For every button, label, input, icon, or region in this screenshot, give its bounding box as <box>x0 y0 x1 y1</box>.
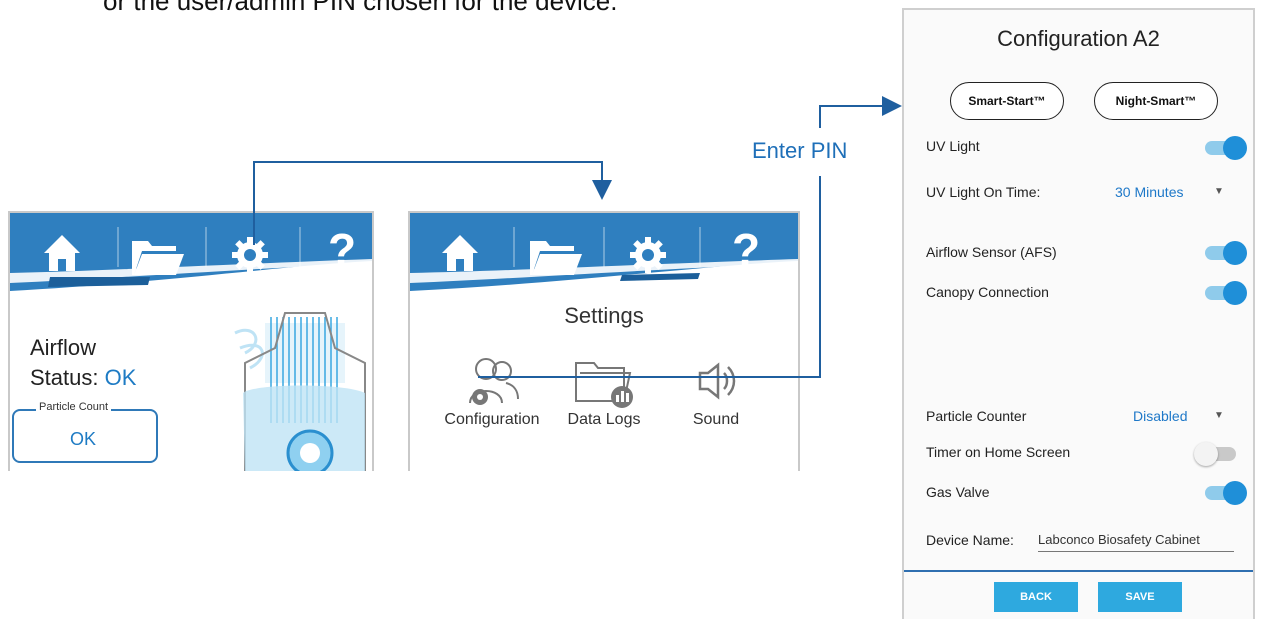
airflow-sensor-toggle[interactable] <box>1205 241 1247 265</box>
uv-light-on-time-select[interactable]: 30 Minutes <box>1115 184 1183 200</box>
help-icon[interactable]: ? <box>328 223 356 277</box>
save-button[interactable]: SAVE <box>1098 582 1182 612</box>
particle-counter-select[interactable]: Disabled <box>1133 408 1187 424</box>
airflow-label: Airflow <box>30 335 97 360</box>
settings-item-data-logs[interactable]: Data Logs <box>544 353 664 428</box>
particle-count-label: Particle Count <box>36 401 112 413</box>
particle-count-value: OK <box>70 429 97 449</box>
airflow-status: Airflow Status: OK <box>30 333 136 393</box>
gas-valve-toggle[interactable] <box>1205 481 1247 505</box>
config-title: Configuration A2 <box>997 26 1160 51</box>
canopy-connection-label: Canopy Connection <box>926 284 1049 300</box>
status-label: Status: <box>30 365 99 390</box>
smart-start-button[interactable]: Smart-Start™ <box>950 82 1064 120</box>
uv-light-toggle[interactable] <box>1205 136 1247 160</box>
gas-valve-label: Gas Valve <box>926 484 990 500</box>
data-logs-label: Data Logs <box>567 411 641 428</box>
status-value: OK <box>104 365 137 390</box>
cabinet-illustration <box>234 312 366 471</box>
back-button[interactable]: BACK <box>994 582 1078 612</box>
airflow-sensor-label: Airflow Sensor (AFS) <box>926 244 1057 260</box>
canopy-connection-toggle[interactable] <box>1205 281 1247 305</box>
uv-light-label: UV Light <box>926 138 980 154</box>
help-icon[interactable]: ? <box>732 223 760 277</box>
instruction-caption: or the user/admin PIN chosen for the dev… <box>103 0 618 16</box>
speaker-icon <box>698 362 736 400</box>
settings-title: Settings <box>564 303 644 328</box>
device-name-field[interactable]: Labconco Biosafety Cabinet <box>1038 532 1234 552</box>
folder-chart-icon <box>575 362 633 408</box>
particle-counter-label: Particle Counter <box>926 408 1027 424</box>
footer-divider <box>904 570 1253 572</box>
timer-home-label: Timer on Home Screen <box>926 444 1071 460</box>
configuration-panel: Configuration A2 Smart-Start™ Night-Smar… <box>902 8 1255 619</box>
uv-light-on-time-label: UV Light On Time: <box>926 184 1041 200</box>
configuration-label: Configuration <box>444 411 540 428</box>
settings-screen: ? Settings Configuration Data Logs Sound <box>408 211 800 471</box>
timer-home-toggle[interactable] <box>1194 442 1236 466</box>
chevron-down-icon[interactable]: ▼ <box>1214 410 1224 421</box>
enter-pin-label: Enter PIN <box>752 138 848 163</box>
settings-item-sound[interactable]: Sound <box>656 353 776 428</box>
users-gear-icon <box>469 358 519 405</box>
settings-item-configuration[interactable]: Configuration <box>432 353 552 428</box>
sound-label: Sound <box>692 411 740 428</box>
home-screen: ? Airflow Status: OK Particle Count OK <box>8 211 374 471</box>
night-smart-button[interactable]: Night-Smart™ <box>1094 82 1218 120</box>
chevron-down-icon[interactable]: ▼ <box>1214 186 1224 197</box>
pin-to-config-arrow <box>819 96 902 128</box>
device-name-label: Device Name: <box>926 532 1014 548</box>
